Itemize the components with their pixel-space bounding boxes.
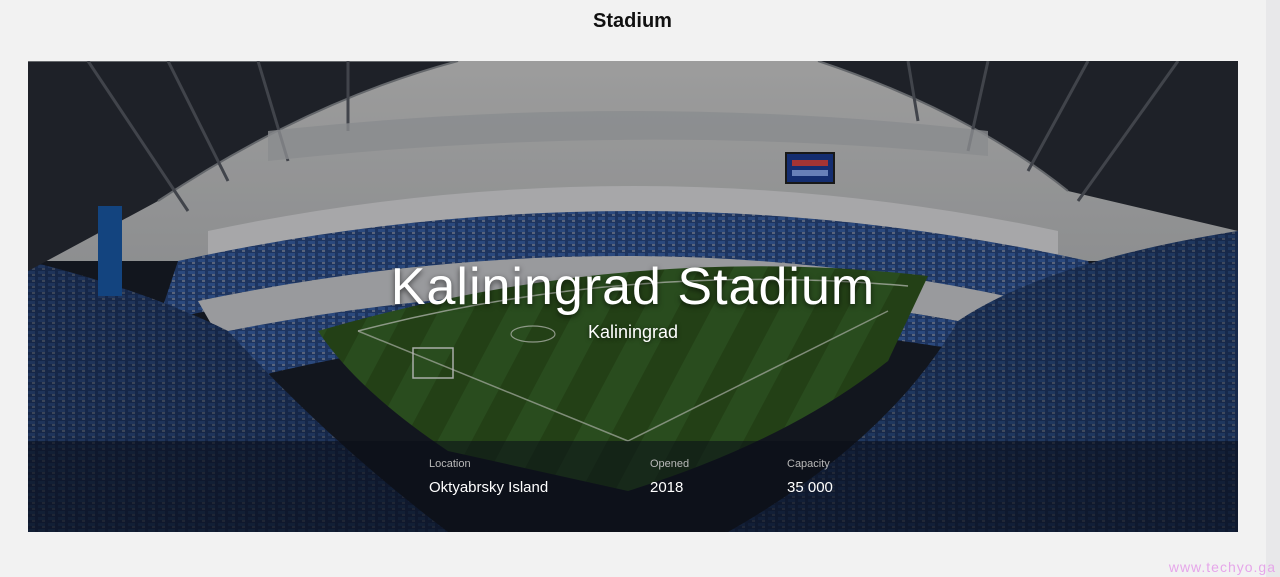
stat-value: Oktyabrsky Island [429, 479, 549, 496]
section-title: Stadium [593, 10, 672, 32]
stat-value: 2018 [650, 479, 684, 496]
stadium-city: Kaliningrad [587, 322, 679, 342]
stat-value: 35 000 [787, 479, 833, 496]
stadium-hero-card[interactable]: Kaliningrad Stadium Kaliningrad Location… [28, 61, 1238, 532]
stat-opened: Opened 2018 [650, 458, 689, 496]
stat-label: Capacity [787, 458, 830, 470]
stadium-name: Kaliningrad Stadium [390, 258, 876, 316]
page-scrollbar[interactable] [1266, 0, 1280, 577]
watermark: www.techyo.ga [1168, 559, 1276, 575]
stat-capacity: Capacity 35 000 [787, 458, 833, 496]
stat-label: Location [429, 458, 471, 470]
stat-label: Opened [650, 458, 690, 470]
stat-location: Location Oktyabrsky Island [429, 458, 548, 496]
